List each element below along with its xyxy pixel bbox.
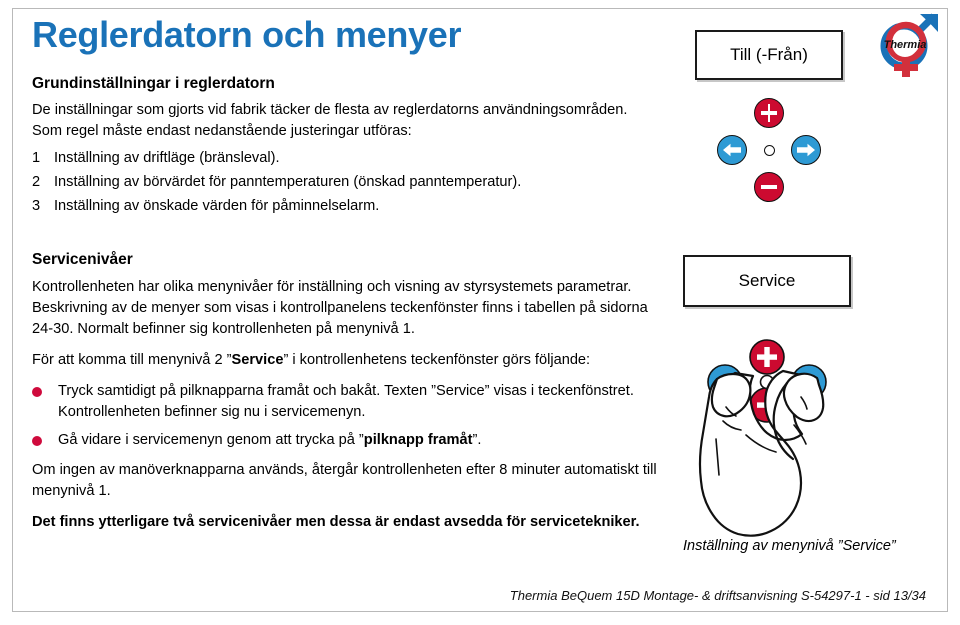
list-item: 3 Inställning av önskade värden för påmi… <box>32 196 657 218</box>
illustration-on-off: Till (-Från) <box>695 30 843 208</box>
page-title: Reglerdatorn och menyer <box>32 14 462 55</box>
paragraph-text-post: ” i kontrollenhetens teckenfönster görs … <box>283 352 591 368</box>
control-display-service: Service <box>683 255 851 307</box>
list-item: 2 Inställning av börvärdet för panntempe… <box>32 172 657 194</box>
list-item-number: 3 <box>32 198 41 215</box>
bullet-text-post: ”. <box>472 432 482 449</box>
arrow-left-icon <box>723 143 741 157</box>
thermia-logo-icon: Thermia <box>880 13 938 77</box>
list-item-label: Inställning av önskade värden för påminn… <box>54 198 380 215</box>
thermia-logo: Thermia <box>872 10 944 82</box>
service-levels-paragraph-2: För att komma till menynivå 2 ”Service” … <box>32 350 657 371</box>
technician-note-paragraph: Det finns ytterligare två servicenivåer … <box>32 513 640 530</box>
indicator-lamp <box>763 144 775 156</box>
bullet-dot-icon <box>32 430 58 451</box>
list-item: Gå vidare i servicemenyn genom att tryck… <box>32 430 657 451</box>
section-heading-basic-settings: Grundinställningar i reglerdatorn <box>32 74 275 92</box>
intro-paragraph: De inställningar som gjorts vid fabrik t… <box>32 102 628 140</box>
control-display-on-off: Till (-Från) <box>695 30 843 80</box>
list-item: 1 Inställning av driftläge (bränsleval). <box>32 148 657 170</box>
document-page: Reglerdatorn och menyer Grundinställning… <box>0 0 960 625</box>
list-item-label: Tryck samtidigt på pilknapparna framåt o… <box>58 381 657 423</box>
paragraph-text-pre: För att komma till menynivå 2 ” <box>32 352 232 368</box>
illustration-service: Service Inställning av menynivå ”Service… <box>683 255 896 554</box>
bullet-dot-icon <box>32 381 58 423</box>
arrow-forward-key[interactable] <box>791 135 821 165</box>
numbered-settings-list: 1 Inställning av driftläge (bränsleval).… <box>32 148 657 218</box>
bulleted-instruction-list: Tryck samtidigt på pilknapparna framåt o… <box>32 381 657 451</box>
keypad-cluster-top <box>695 98 843 208</box>
arrow-back-key[interactable] <box>717 135 747 165</box>
bullet-text-pre: Tryck samtidigt på pilknapparna framåt o… <box>58 383 634 421</box>
section-heading-service-levels: Servicenivåer <box>32 251 133 269</box>
list-item: Tryck samtidigt på pilknapparna framåt o… <box>32 381 657 423</box>
minus-icon <box>760 184 778 190</box>
timeout-paragraph: Om ingen av manöverknapparna används, åt… <box>32 461 657 499</box>
list-item-label: Gå vidare i servicemenyn genom att tryck… <box>58 430 481 451</box>
list-item-number: 1 <box>32 150 41 167</box>
list-item-label: Inställning av driftläge (bränsleval). <box>54 150 280 167</box>
bullet-text-bold: pilknapp framåt <box>363 432 473 449</box>
plus-key[interactable] <box>754 98 784 128</box>
list-item-label: Inställning av börvärdet för panntempera… <box>54 174 522 191</box>
inline-bold-service: Service <box>231 352 284 368</box>
illustration-caption: Inställning av menynivå ”Service” <box>683 538 896 554</box>
list-item-number: 2 <box>32 174 41 191</box>
thermia-wordmark: Thermia <box>884 39 927 51</box>
arrow-right-icon <box>797 143 815 157</box>
service-levels-paragraph-1: Kontrollenheten har olika menynivåer för… <box>32 278 648 337</box>
hand-pressing-keys-illustration <box>683 335 851 540</box>
bullet-text-pre: Gå vidare i servicemenyn genom att tryck… <box>58 432 364 449</box>
text-column: Reglerdatorn och menyer Grundinställning… <box>32 16 657 543</box>
plus-icon <box>760 104 778 122</box>
footer-text: Thermia BeQuem 15D Montage- & driftsanvi… <box>509 588 926 603</box>
minus-key[interactable] <box>754 172 784 202</box>
hand-illustration-svg <box>698 339 827 537</box>
